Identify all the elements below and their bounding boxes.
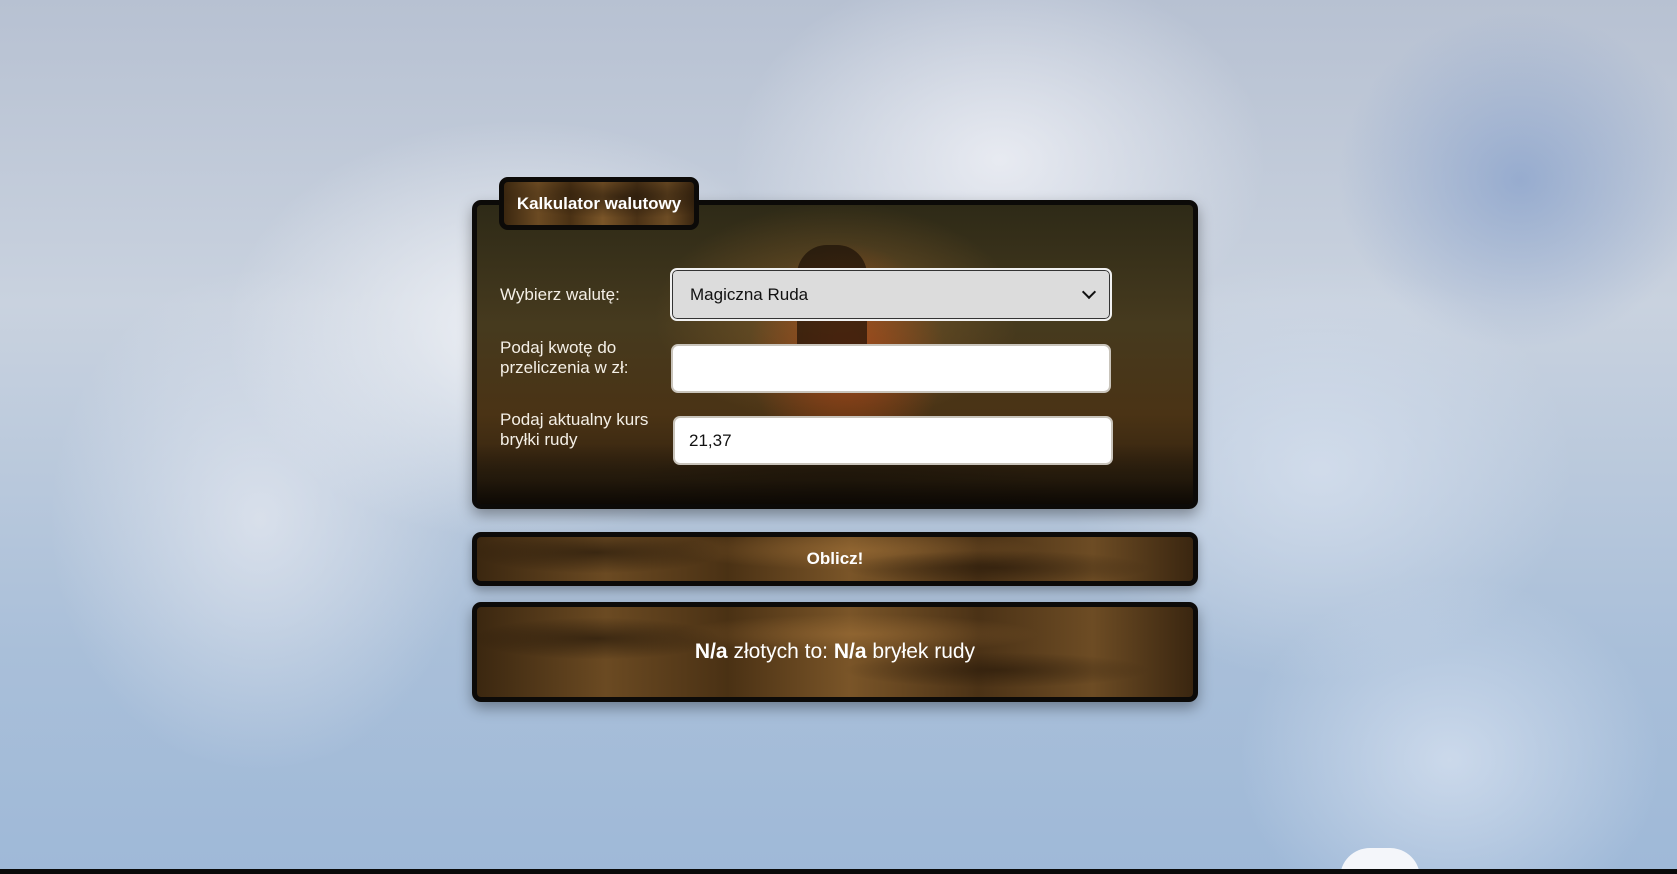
calculate-button-label: Oblicz! <box>806 549 864 568</box>
rate-label: Podaj aktualny kurs bryłki rudy <box>500 410 648 450</box>
result-amount: N/a <box>694 640 728 663</box>
amount-label-line1: Podaj kwotę do <box>500 338 617 357</box>
calculate-button[interactable]: Oblicz! <box>472 532 1198 586</box>
rate-label-line2: bryłki rudy <box>500 430 578 449</box>
result-text-middle: złotych to: <box>727 640 834 663</box>
chevron-down-icon <box>1081 284 1097 300</box>
result-converted: N/a <box>833 640 867 663</box>
calculator-title-tab: Kalkulator walutowy <box>499 177 699 230</box>
result-text-end: bryłek rudy <box>866 640 976 663</box>
amount-label: Podaj kwotę do przeliczenia w zł: <box>500 338 629 378</box>
bottom-edge <box>0 869 1677 874</box>
rate-input-value: 21,37 <box>689 430 732 450</box>
result-box: N/a złotych to: N/a bryłek rudy <box>472 602 1198 702</box>
currency-select-value: Magiczna Ruda <box>690 284 809 304</box>
calculator-title: Kalkulator walutowy <box>516 193 682 213</box>
amount-input[interactable] <box>671 344 1111 393</box>
rate-input[interactable]: 21,37 <box>673 416 1113 465</box>
currency-select[interactable]: Magiczna Ruda <box>670 268 1112 321</box>
amount-label-line2: przeliczenia w zł: <box>500 358 629 377</box>
currency-label: Wybierz walutę: <box>500 285 620 304</box>
rate-label-line1: Podaj aktualny kurs <box>500 410 649 429</box>
